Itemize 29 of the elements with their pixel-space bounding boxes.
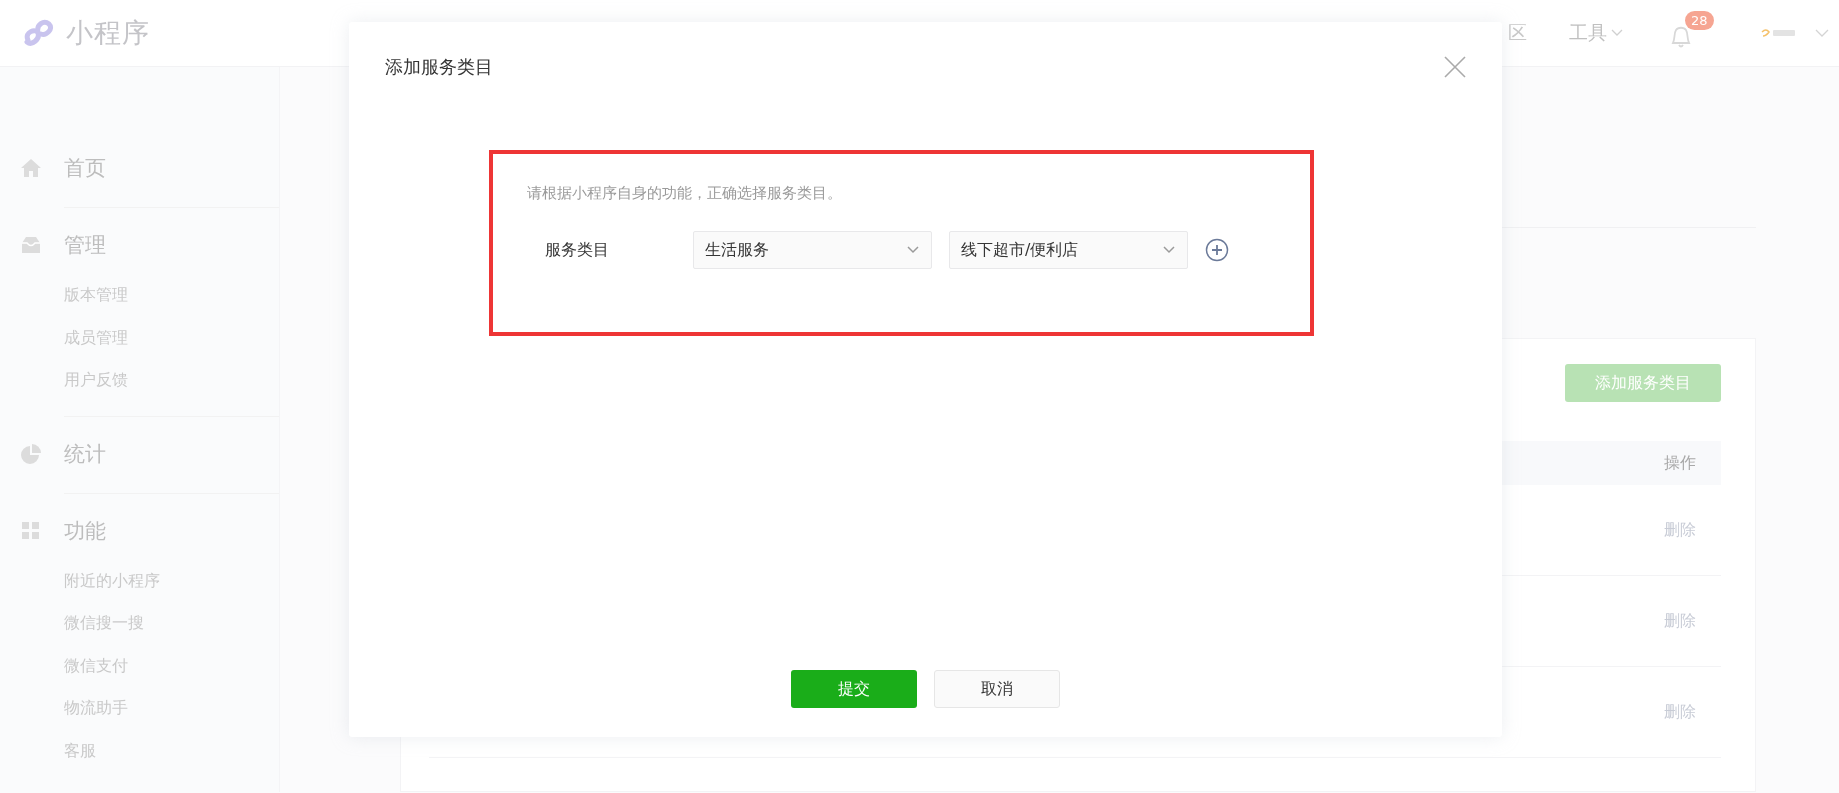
chevron-down-icon	[1163, 246, 1175, 254]
field-label: 服务类目	[544, 239, 610, 261]
chevron-down-icon[interactable]	[1815, 28, 1829, 38]
account-logo-icon[interactable]	[1761, 27, 1797, 39]
hint-text: 请根据小程序自身的功能，正确选择服务类目。	[527, 184, 843, 203]
close-icon	[1443, 55, 1467, 79]
tools-menu[interactable]: 工具	[1569, 20, 1623, 46]
add-category-button[interactable]: 添加服务类目	[1565, 364, 1721, 402]
category-select[interactable]: 生活服务	[693, 231, 932, 269]
cancel-button[interactable]: 取消	[934, 670, 1060, 708]
notification-badge: 28	[1685, 11, 1714, 30]
sidebar-section[interactable]: 功能	[64, 516, 106, 545]
submit-button[interactable]: 提交	[791, 670, 917, 708]
sidebar-section[interactable]: 管理	[64, 231, 106, 259]
dialog-title: 添加服务类目	[385, 55, 493, 79]
home-icon	[20, 157, 42, 179]
inbox-icon	[20, 234, 42, 256]
sidebar-section[interactable]: 首页	[64, 154, 106, 182]
sidebar-section[interactable]: 统计	[64, 439, 106, 468]
pie-chart-icon	[20, 443, 42, 464]
logo-text: 小程序	[66, 16, 150, 50]
close-button[interactable]	[1443, 55, 1467, 79]
add-circle-icon[interactable]	[1205, 238, 1229, 262]
logo-icon	[22, 18, 54, 48]
chevron-down-icon	[907, 246, 919, 254]
category-select[interactable]: 线下超市/便利店	[949, 231, 1188, 269]
column-header: 操作	[1664, 452, 1696, 474]
chevron-down-icon	[1611, 29, 1623, 37]
grid-icon	[20, 520, 42, 541]
